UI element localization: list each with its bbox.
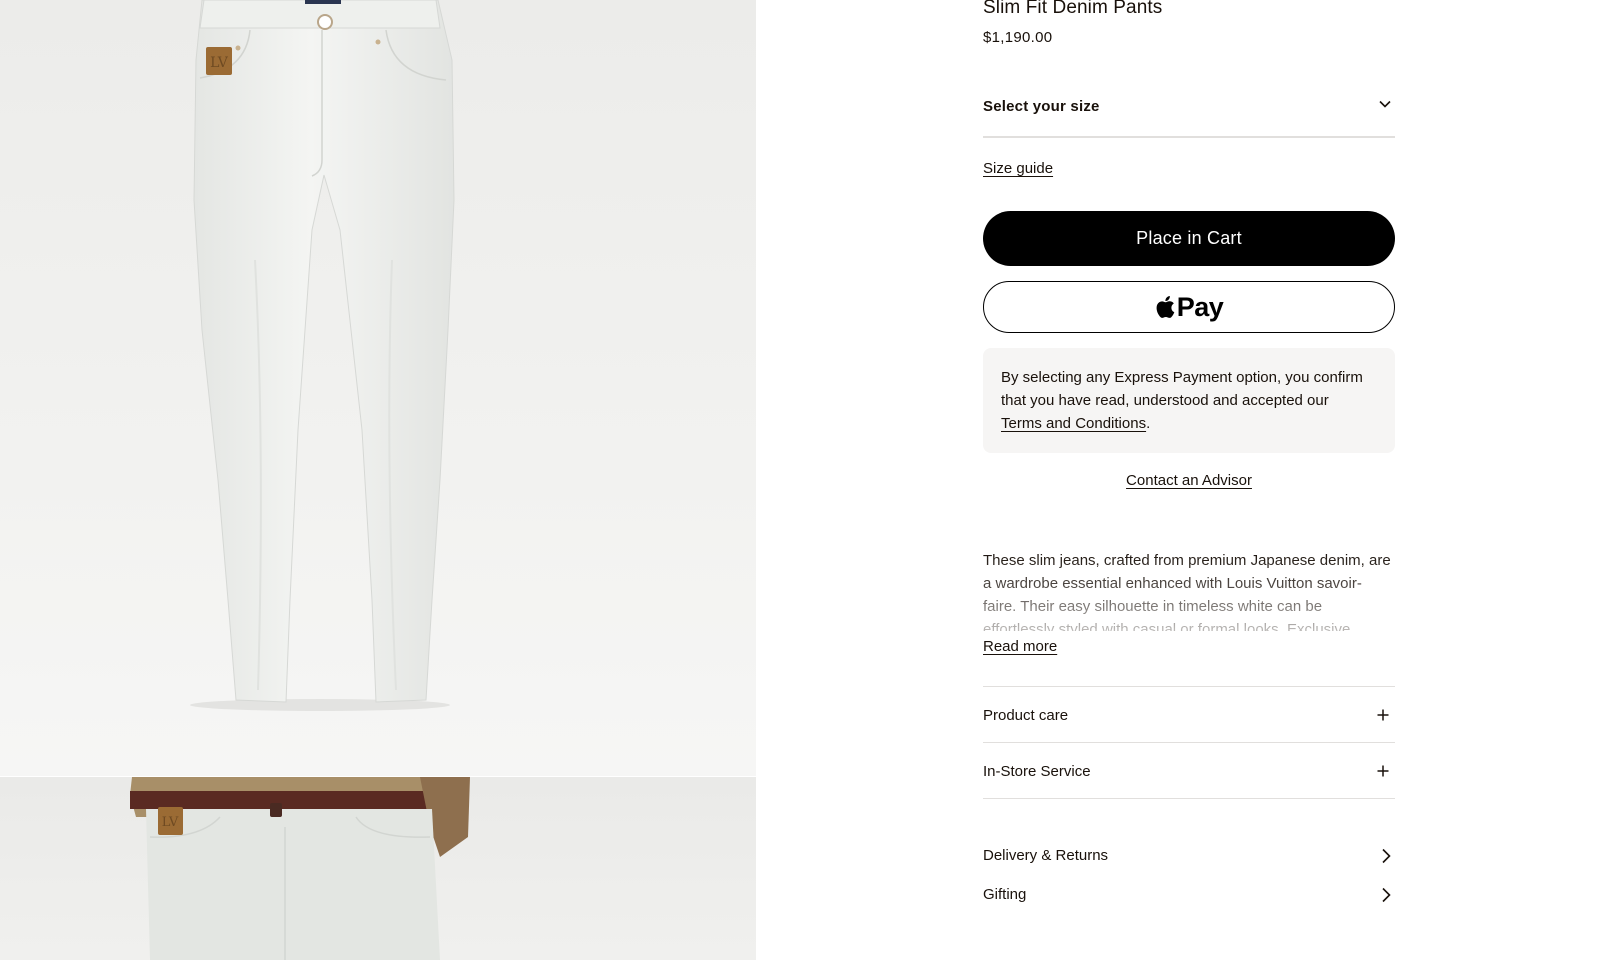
link-label: Gifting: [983, 886, 1027, 903]
accordion-product-care[interactable]: Product care: [983, 686, 1395, 743]
product-title: Slim Fit Denim Pants: [983, 0, 1163, 18]
white-pants-illustration: LV: [190, 0, 455, 711]
size-guide-link[interactable]: Size guide: [983, 160, 1053, 177]
product-description: These slim jeans, crafted from premium J…: [983, 549, 1395, 631]
description-text: These slim jeans, crafted from premium J…: [983, 552, 1391, 631]
product-image-front[interactable]: LV: [0, 0, 756, 776]
size-select-label: Select your size: [983, 98, 1100, 115]
svg-text:LV: LV: [210, 55, 229, 71]
notice-suffix: .: [1146, 415, 1151, 432]
contact-advisor: Contact an Advisor: [983, 472, 1395, 489]
read-more-link[interactable]: Read more: [983, 638, 1057, 655]
plus-icon: [1377, 765, 1389, 777]
product-price: $1,190.00: [983, 29, 1053, 46]
express-payment-notice: By selecting any Express Payment option,…: [983, 348, 1395, 453]
apple-pay-label: Pay: [1176, 291, 1224, 322]
product-gallery[interactable]: LV LV: [0, 0, 756, 960]
accordion-divider: [983, 798, 1395, 799]
terms-and-conditions-link[interactable]: Terms and Conditions: [1001, 415, 1146, 432]
notice-text: By selecting any Express Payment option,…: [1001, 369, 1363, 409]
accordion-in-store-service[interactable]: In-Store Service: [983, 742, 1395, 799]
chevron-down-icon: [1379, 100, 1391, 108]
worn-pants-illustration: LV: [130, 777, 470, 960]
apple-icon: [1156, 296, 1175, 318]
chevron-right-icon: [1382, 848, 1391, 864]
product-image-worn[interactable]: LV: [0, 777, 756, 960]
apple-pay-button[interactable]: Pay: [983, 281, 1395, 333]
gifting-link[interactable]: Gifting: [983, 881, 1395, 911]
plus-icon: [1377, 709, 1389, 721]
accordion-label: Product care: [983, 707, 1069, 724]
place-in-cart-button[interactable]: Place in Cart: [983, 211, 1395, 266]
accordion-label: In-Store Service: [983, 763, 1091, 780]
link-label: Delivery & Returns: [983, 847, 1109, 864]
svg-text:LV: LV: [162, 815, 179, 830]
contact-advisor-link[interactable]: Contact an Advisor: [1126, 472, 1252, 489]
size-select[interactable]: Select your size: [983, 90, 1395, 138]
chevron-right-icon: [1382, 887, 1391, 903]
delivery-returns-link[interactable]: Delivery & Returns: [983, 842, 1395, 872]
